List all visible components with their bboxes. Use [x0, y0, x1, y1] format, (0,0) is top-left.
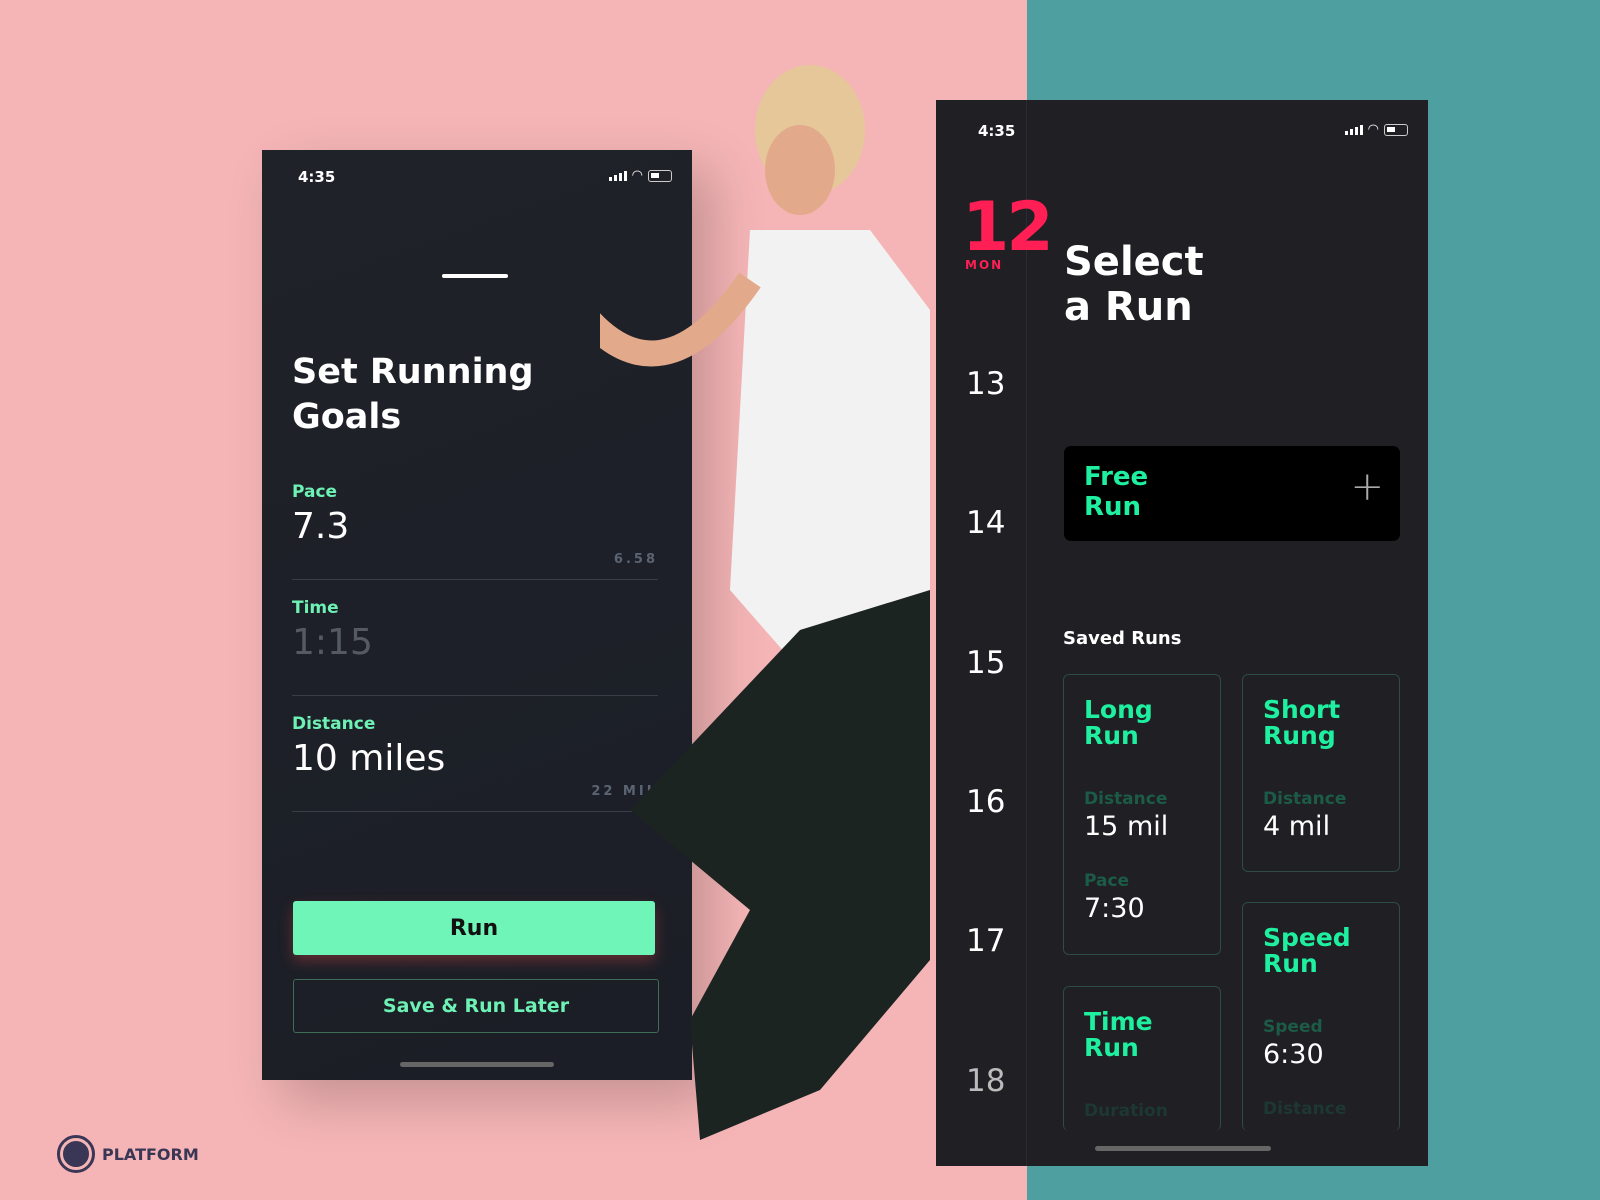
card-label: Duration [1084, 1101, 1168, 1121]
calendar-day[interactable]: 16 [966, 784, 1005, 820]
selected-day[interactable]: 12 [962, 188, 1054, 267]
card-value: 6:30 [1263, 1039, 1324, 1070]
drag-handle[interactable] [442, 274, 508, 278]
card-title: Long Run [1084, 695, 1153, 750]
card-label: Distance [1084, 789, 1168, 809]
status-time: 4:35 [978, 122, 1016, 140]
calendar-day[interactable]: 13 [966, 366, 1005, 402]
runner-photo [600, 65, 930, 1140]
saved-runs-heading: Saved Runs [1063, 628, 1182, 649]
saved-run-card-long[interactable]: Long Run Distance 15 mil Pace 7:30 [1063, 674, 1221, 955]
saved-run-card-short[interactable]: Short Rung Distance 4 mil [1242, 674, 1400, 872]
page-title: Select a Run [1064, 239, 1204, 330]
saved-run-card-time[interactable]: Time Run Duration [1063, 986, 1221, 1131]
calendar-day[interactable]: 17 [966, 923, 1005, 959]
selected-day-weekday: MON [965, 258, 1004, 272]
home-indicator [400, 1062, 554, 1067]
calendar-day[interactable]: 14 [966, 505, 1005, 541]
brand-name: PLATFORM [102, 1144, 199, 1164]
status-icons: ◠ [1344, 122, 1408, 137]
home-indicator [1095, 1146, 1271, 1151]
card-label: Speed [1263, 1017, 1323, 1037]
signal-icon [1344, 124, 1363, 135]
card-label: Distance [1263, 789, 1347, 809]
calendar-day[interactable]: 15 [966, 645, 1005, 681]
logo-circle-icon [57, 1135, 95, 1173]
plus-icon: + [1350, 464, 1384, 510]
card-label: Distance [1263, 1099, 1347, 1119]
platform-logo: PLATFORM [57, 1135, 199, 1173]
status-time: 4:35 [298, 168, 336, 186]
battery-icon [1384, 123, 1408, 136]
calendar-day[interactable]: 18 [966, 1063, 1005, 1099]
free-run-button[interactable]: Free Run + [1064, 446, 1400, 541]
card-title: Time Run [1084, 1007, 1153, 1062]
select-run-screen: 4:35 12 MON 13 14 15 16 17 18 ◠ Select a … [936, 100, 1428, 1166]
page-title: Set Running Goals [292, 352, 534, 437]
card-label: Pace [1084, 871, 1130, 891]
free-run-label: Free Run [1084, 462, 1149, 522]
card-title: Short Rung [1263, 695, 1341, 750]
calendar-strip: 4:35 12 MON 13 14 15 16 17 18 [936, 100, 1054, 1166]
card-value: 4 mil [1263, 811, 1331, 842]
card-title: Speed Run [1263, 923, 1351, 978]
saved-run-card-speed[interactable]: Speed Run Speed 6:30 Distance [1242, 902, 1400, 1131]
wifi-icon: ◠ [1367, 122, 1379, 137]
card-value: 15 mil [1084, 811, 1169, 842]
card-value: 7:30 [1084, 893, 1145, 924]
